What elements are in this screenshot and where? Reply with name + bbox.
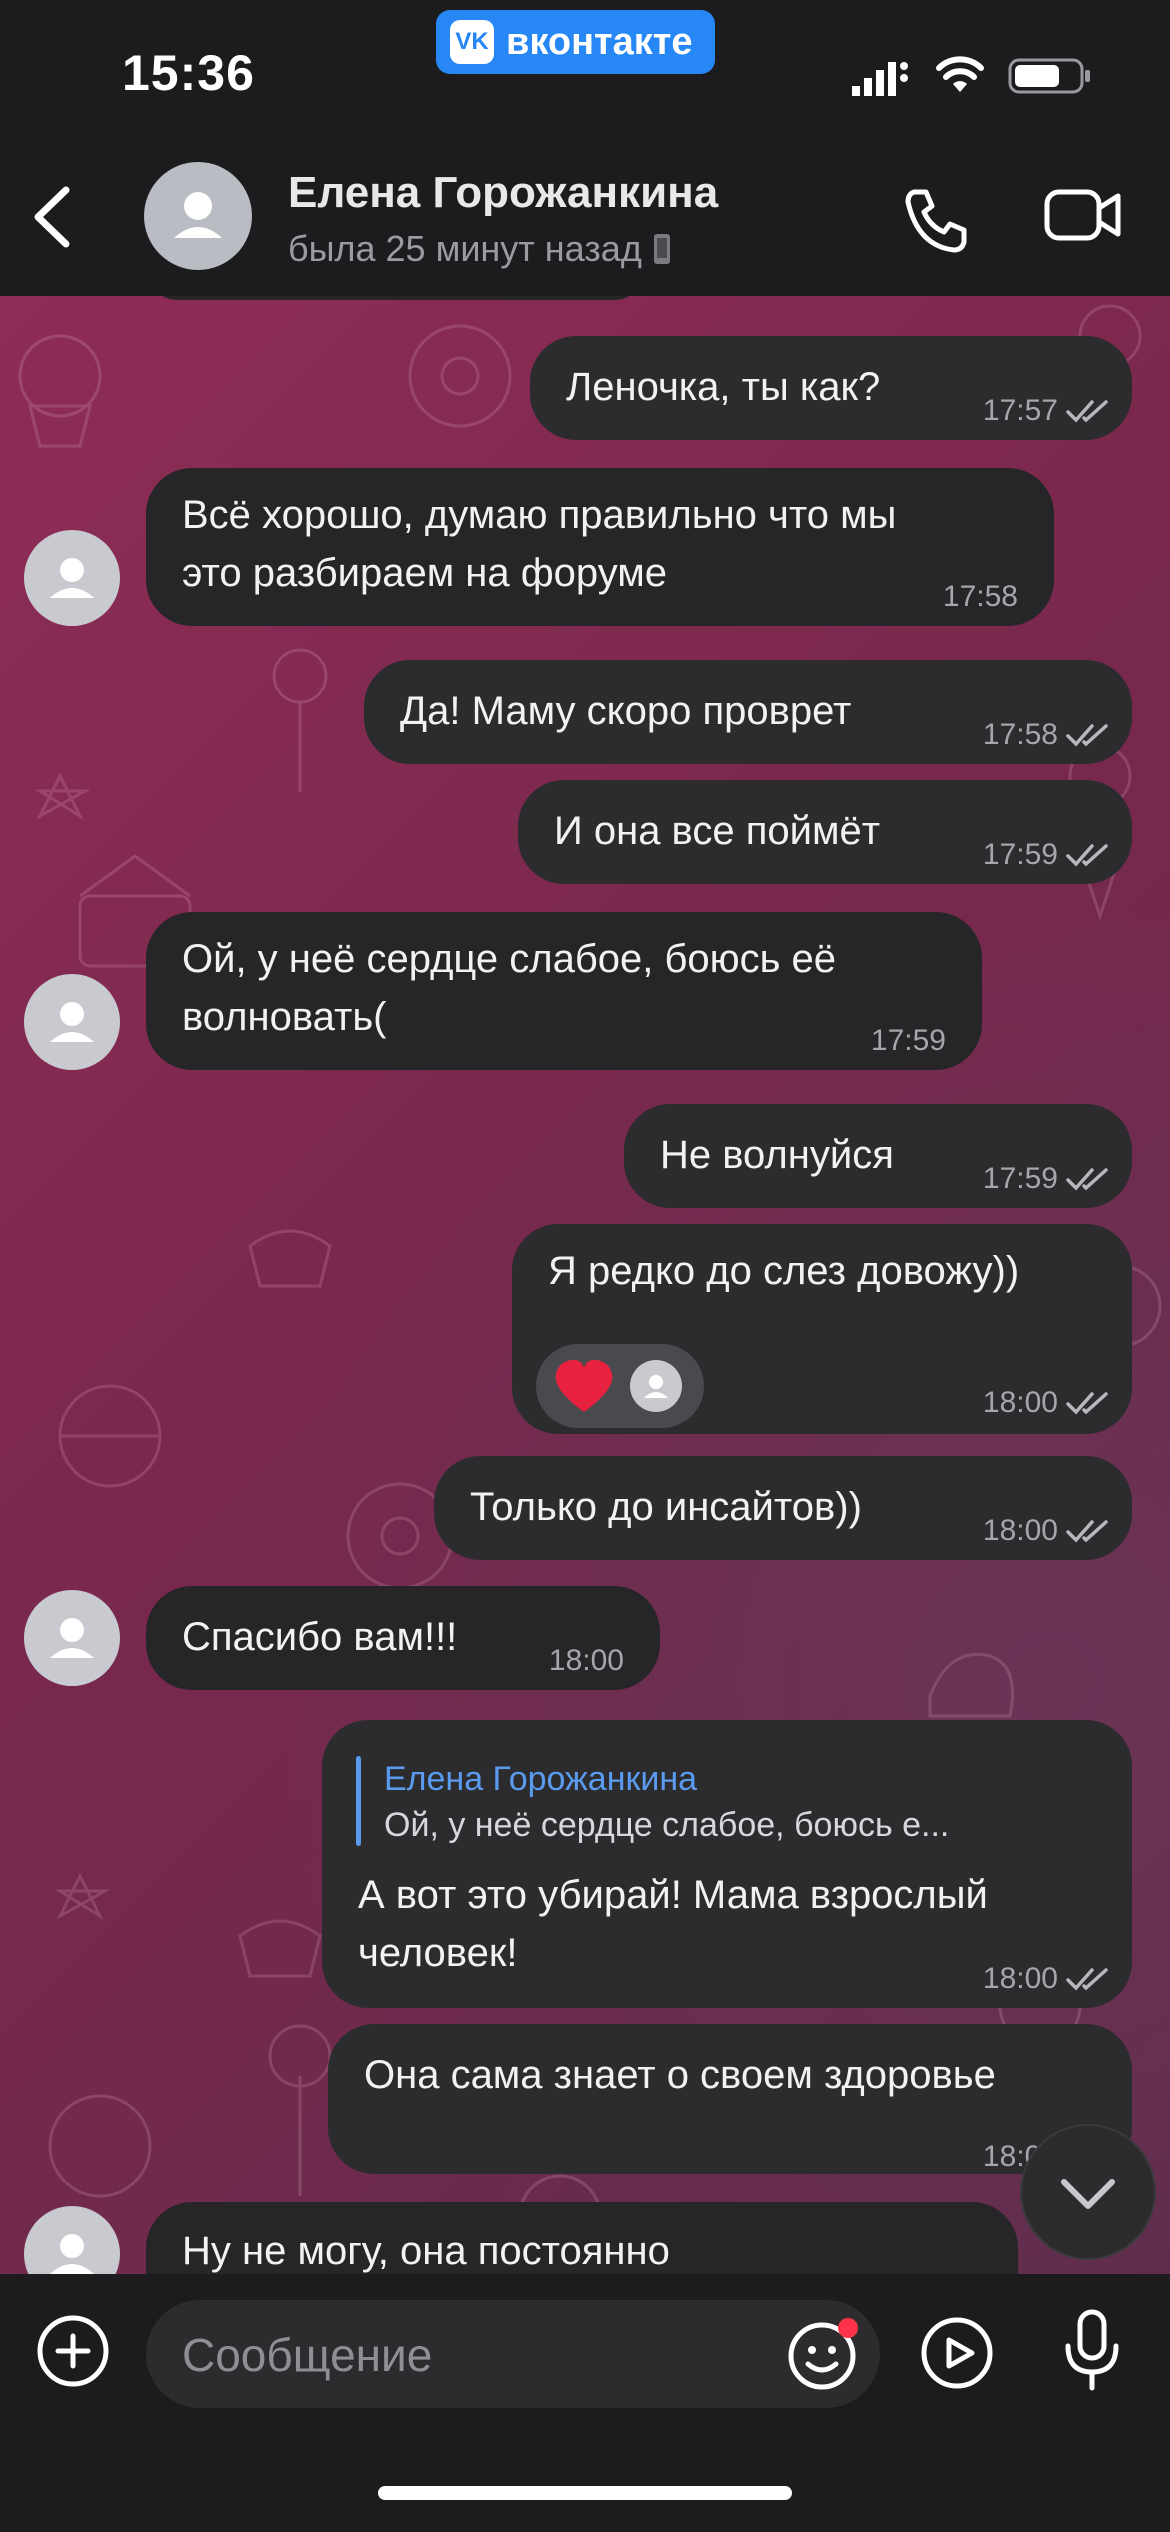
mobile-device-icon [653,234,670,264]
message-input-placeholder: Сообщение [182,2329,433,2381]
last-seen-text: была 25 минут назад [288,228,642,269]
scroll-to-bottom-button[interactable] [1020,2124,1156,2260]
emoji-sticker-icon[interactable] [784,2314,864,2394]
user-placeholder-icon [50,558,94,598]
video-call-icon[interactable] [1044,186,1122,244]
back-icon[interactable] [30,184,74,250]
contact-name[interactable]: Елена Горожанкина [288,168,718,218]
attach-plus-icon[interactable] [36,2314,110,2388]
message-text: Леночка, ты как? [566,365,881,409]
message-text-line-2: волновать( [182,995,387,1039]
message-meta: 18:00 [983,1950,1110,2008]
double-check-icon [1066,724,1108,747]
battery-icon [1008,58,1090,94]
message-text: Только до инсайтов)) [470,1485,862,1529]
message-bubble-outgoing[interactable]: Она сама знает о своем здоровье 18:00 [328,2024,1132,2174]
message-text: Она сама знает о своем здоровье [364,2053,996,2097]
app-badge[interactable]: VK вконтакте [436,10,715,74]
message-time: 17:59 [870,1024,946,1057]
message-meta: 18:00 [983,1502,1110,1560]
message-bubble-incoming[interactable]: Спасибо вам!!! 18:00 [146,1586,660,1690]
reply-quote-bar [356,1756,361,1846]
status-time: 15:36 [122,45,255,101]
message-time: 17:59 [982,838,1058,871]
message-time: 17:58 [982,718,1058,751]
message-text: Да! Маму скоро проврет [400,689,852,733]
phone-icon[interactable] [900,184,972,256]
message-meta: 17:58 [943,568,1018,626]
message-time: 17:57 [982,394,1058,427]
message-time: 17:58 [942,580,1018,613]
message-meta: 17:57 [983,382,1110,440]
message-time: 18:00 [982,1962,1058,1995]
message-time: 18:00 [982,1514,1058,1547]
message-text: Ну не могу, она постоянно [182,2229,670,2273]
chat-header: Елена Горожанкина была 25 минут назад [0,140,1170,296]
reaction-chip[interactable] [536,1344,704,1428]
message-text: И она все поймёт [554,809,881,853]
double-check-icon [1066,1168,1108,1191]
message-bubble-outgoing[interactable]: Только до инсайтов)) 18:00 [434,1456,1132,1560]
message-text: Спасибо вам!!! [182,1615,458,1659]
message-bubble-outgoing-reply[interactable]: Елена Горожанкина Ой, у неё сердце слабо… [322,1720,1132,2008]
message-input[interactable]: Сообщение [146,2300,880,2408]
video-message-icon[interactable] [920,2316,994,2390]
double-check-icon [1066,1520,1108,1543]
message-bubble-incoming[interactable]: Всё хорошо, думаю правильно что мы это р… [146,468,1054,626]
vk-logo-icon: VK [450,20,494,64]
message-bubble-outgoing[interactable]: Не волнуйся 17:59 [624,1104,1132,1208]
home-indicator[interactable] [378,2486,792,2500]
message-text: Не волнуйся [660,1133,894,1177]
message-meta: 17:59 [983,1150,1110,1208]
reactor-avatar [630,1360,682,1412]
double-check-icon [1066,1392,1108,1415]
message-time: 18:00 [982,1386,1058,1419]
app-badge-label: вконтакте [506,20,693,63]
sender-avatar[interactable] [24,530,120,626]
message-meta: 17:59 [983,826,1110,884]
user-placeholder-icon [50,1002,94,1042]
message-time: 17:59 [982,1162,1058,1195]
chevron-down-icon [1061,2179,1115,2209]
message-text-line-2: это разбираем на форуме [182,551,667,595]
cellular-signal-icon [852,62,908,96]
user-placeholder-icon [644,1375,668,1398]
contact-avatar[interactable] [144,162,252,270]
message-list[interactable]: Леночка, ты как? 17:57 Всё хорошо, думаю… [0,296,1170,2274]
reply-snippet[interactable]: Ой, у неё сердце слабое, боюсь е... [384,1796,949,1854]
status-bar: 15:36 VK вконтакте [0,0,1170,140]
message-text-line-2: человек! [358,1931,518,1975]
sender-avatar[interactable] [24,1590,120,1686]
heart-icon [555,1360,613,1412]
message-bubble-partial[interactable] [146,296,646,300]
double-check-icon [1066,1968,1108,1991]
message-bubble-outgoing[interactable]: И она все поймёт 17:59 [518,780,1132,884]
message-bubble-outgoing[interactable]: Я редко до слез довожу)) 18:00 [512,1224,1132,1434]
message-meta: 17:58 [983,706,1110,764]
message-text-line-1: Ой, у неё сердце слабое, боюсь её [182,937,837,981]
message-text-line-1: Всё хорошо, думаю правильно что мы [182,493,897,537]
message-bubble-incoming[interactable]: Ой, у неё сердце слабое, боюсь её волнов… [146,912,982,1070]
message-meta: 17:59 [871,1012,946,1070]
message-bubble-outgoing[interactable]: Да! Маму скоро проврет 17:58 [364,660,1132,764]
message-text-line-1: А вот это убирай! Мама взрослый [358,1873,988,1917]
message-meta: 18:00 [983,1374,1110,1432]
user-placeholder-icon [50,1618,94,1658]
double-check-icon [1066,844,1108,867]
message-bubble-incoming[interactable]: Ну не могу, она постоянно [146,2202,1018,2274]
double-check-icon [1066,400,1108,423]
message-text: Я редко до слез довожу)) [548,1249,1020,1293]
message-meta: 18:00 [549,1632,624,1690]
wifi-icon [936,56,984,92]
contact-status: была 25 минут назад [288,228,672,270]
message-time: 18:00 [548,1644,624,1677]
sender-avatar[interactable] [24,974,120,1070]
message-bubble-outgoing[interactable]: Леночка, ты как? 17:57 [530,336,1132,440]
microphone-icon[interactable] [1062,2308,1122,2394]
user-placeholder-icon [174,192,222,238]
